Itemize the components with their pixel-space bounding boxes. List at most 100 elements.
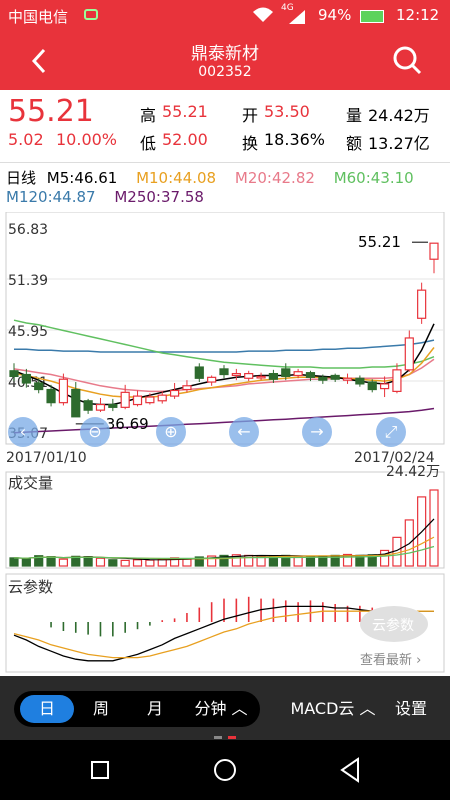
zoom-left-edge-button[interactable]: ‹ (8, 417, 38, 447)
arrow-left-icon: ← (237, 422, 251, 441)
fullscreen-button[interactable]: ⤢ (376, 417, 406, 447)
last-price: 55.21 (8, 94, 94, 129)
candle-body (169, 389, 180, 397)
tab-week[interactable]: 周 (74, 691, 128, 727)
price-tick-label: 45.95 (8, 324, 48, 340)
ma20-label: M20:42.82 (234, 169, 315, 187)
ma5-label: M5:46.61 (46, 169, 118, 187)
ma-legend-row-2: M120:44.87 M250:37.58 (6, 188, 218, 206)
candle-body (182, 385, 192, 391)
tab-month[interactable]: 月 (128, 691, 182, 727)
candle-body (34, 382, 44, 391)
candle-body (367, 381, 377, 391)
volume-max-label: 24.42万 (386, 464, 440, 480)
candle-body (305, 372, 316, 378)
amount-value: 13.27亿 (368, 134, 430, 153)
candle-body (268, 372, 279, 380)
zoom-in-button[interactable]: ⊕ (156, 417, 186, 447)
candle-body (71, 388, 81, 418)
price-tick-label: 56.83 (8, 222, 48, 238)
recent-apps-icon[interactable] (91, 761, 109, 779)
volume-bar (108, 559, 118, 567)
candle-body (219, 368, 229, 376)
tab-day[interactable]: 日 (20, 695, 74, 723)
volume-title: 成交量 (8, 474, 53, 492)
volume-bar (83, 556, 93, 567)
ma-legend-row-1: 日线 M5:46.61 M10:44.08 M20:42.82 M60:43.1… (6, 167, 414, 188)
divider (0, 162, 450, 163)
high-value: 55.21 (162, 102, 208, 121)
indicator-selector[interactable]: MACD云 ︿ (288, 691, 378, 727)
ma60-label: M60:43.10 (333, 169, 414, 187)
tab-minute[interactable]: 分钟 ︿ (182, 691, 260, 727)
system-nav-bar (0, 740, 450, 800)
price-change-pct: 10.00% (56, 130, 118, 149)
kline-period-label: 日线 (6, 169, 37, 187)
status-bar: 中国电信 4G 94% 12:12 (0, 0, 450, 32)
period-tab-bar: 日 周 月 分钟 ︿ MACD云 ︿ 设置 (0, 676, 450, 740)
candle-body (293, 371, 303, 377)
open-value: 53.50 (264, 102, 310, 121)
low-label: 低 (140, 134, 157, 153)
volume-bar (132, 559, 143, 567)
back-button[interactable] (22, 44, 56, 78)
candle-body (281, 368, 291, 378)
settings-button[interactable]: 设置 (384, 691, 438, 727)
x-start-date: 2017/01/10 (6, 450, 87, 466)
view-latest-link: 查看最新 › (360, 652, 421, 668)
amount-label: 额 (346, 134, 363, 153)
zoom-in-icon: ⊕ (164, 422, 178, 441)
ma120-line (14, 339, 435, 353)
search-icon (393, 46, 422, 75)
pan-right-button[interactable]: → (302, 417, 332, 447)
ma120-label: M120:44.87 (6, 188, 96, 206)
zoom-out-button[interactable]: ⊖ (80, 417, 110, 447)
volume-label: 量 (346, 106, 363, 125)
candle-body (330, 374, 340, 380)
candle-body (21, 373, 31, 384)
carrier-label: 中国电信 (8, 8, 69, 26)
volume-bar (95, 557, 106, 567)
period-selector: 日 周 月 分钟 ︿ (14, 691, 260, 727)
cloud-label: 云参数 (372, 617, 414, 634)
candle-body (157, 394, 167, 402)
chevron-up-icon: ︿ (231, 699, 248, 718)
ma10-label: M10:44.08 (136, 169, 217, 187)
candle-body (120, 391, 130, 408)
volume-bar (58, 558, 69, 567)
turnover-label: 换 (242, 134, 259, 153)
candle-body (83, 400, 93, 411)
candle-body (355, 377, 365, 385)
price-tick-label: 51.39 (8, 273, 48, 289)
candle-body (417, 289, 427, 319)
candle-body (194, 366, 204, 379)
message-icon (84, 9, 98, 20)
back-icon[interactable] (338, 757, 362, 783)
candle-body (58, 378, 69, 404)
wifi-icon (252, 5, 274, 28)
arrow-left-icon: ‹ (19, 422, 27, 441)
macd-title: 云参数 (8, 578, 53, 596)
signal-icon (288, 9, 306, 29)
candle-body (256, 375, 266, 379)
volume-panel-frame (5, 471, 445, 569)
candle-body (207, 376, 217, 383)
turnover-value: 18.36% (264, 130, 326, 149)
candle-body (429, 242, 439, 260)
max-price-annotation: 55.21 (358, 233, 401, 251)
volume-bar (429, 489, 439, 567)
page-indicator-dot-active (228, 736, 236, 739)
home-icon[interactable] (214, 759, 236, 781)
battery-percent: 94% (318, 6, 352, 24)
candle-body (231, 372, 241, 377)
pan-left-button[interactable]: ← (229, 417, 259, 447)
volume-bar (21, 557, 31, 567)
search-button[interactable] (390, 44, 424, 78)
volume-bar (9, 557, 19, 567)
volume-bar (182, 558, 192, 567)
price-change: 5.02 (8, 130, 44, 149)
high-label: 高 (140, 106, 157, 125)
arrow-right-icon: → (310, 422, 324, 441)
candle-body (108, 403, 118, 408)
battery-icon (360, 10, 384, 23)
